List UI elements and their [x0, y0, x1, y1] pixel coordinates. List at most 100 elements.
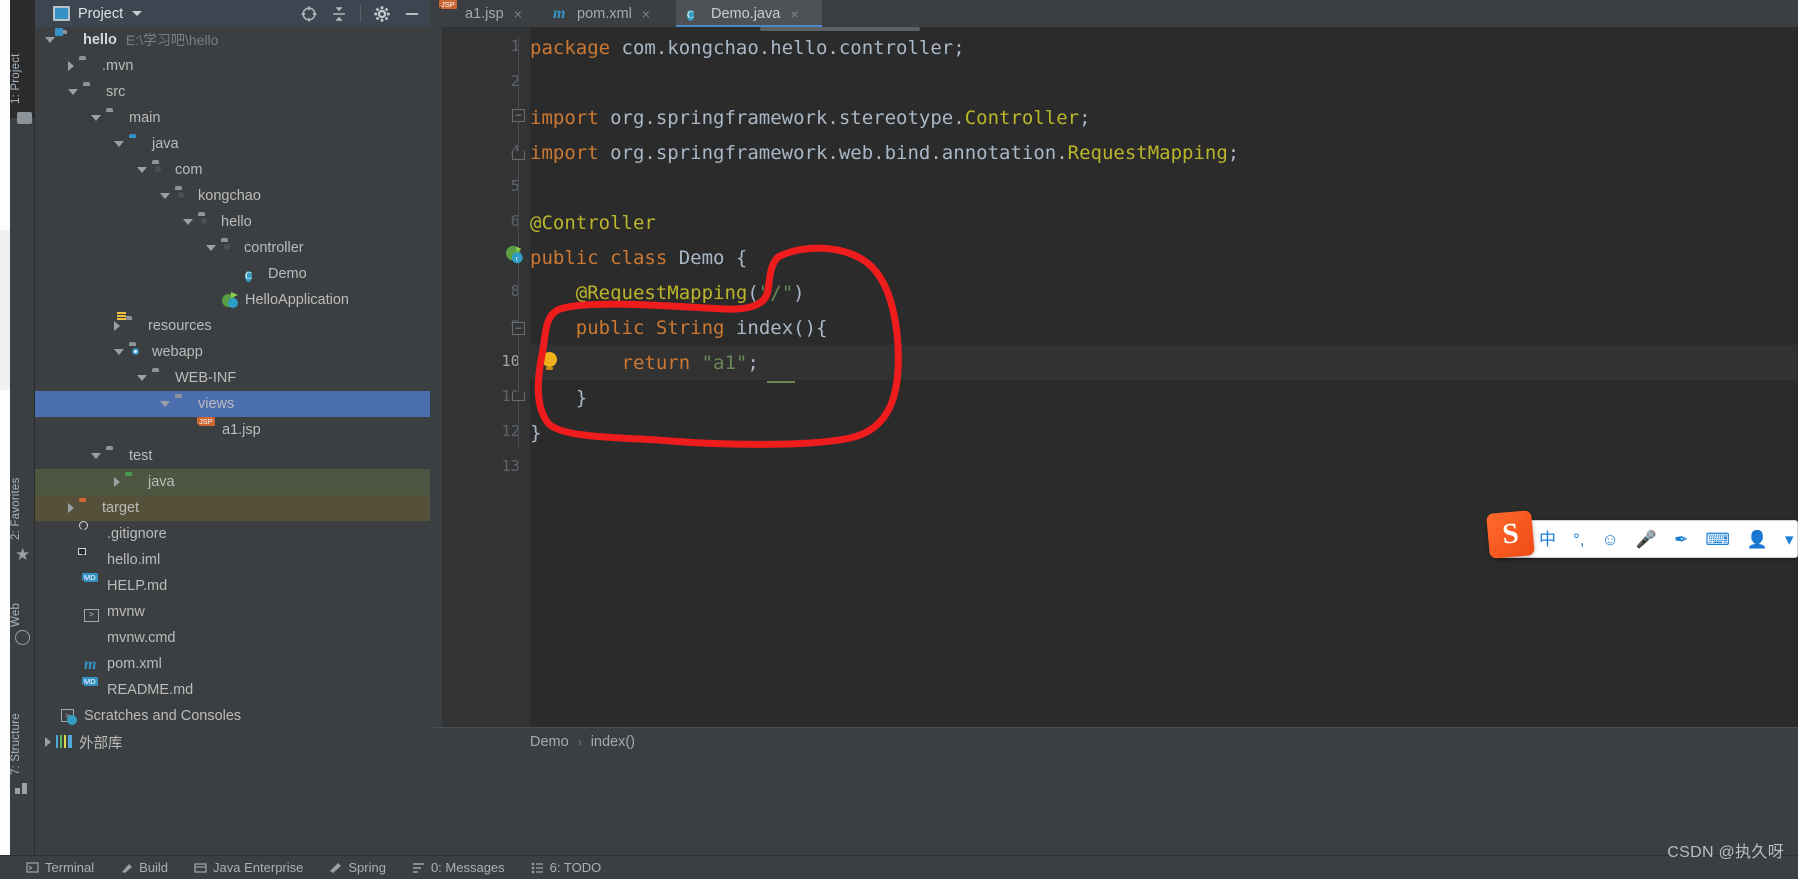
minimize-icon[interactable] — [403, 5, 421, 23]
breadcrumb[interactable]: Demo › index() — [430, 727, 1798, 755]
fold-marker-imports[interactable]: – — [512, 109, 525, 122]
chevron-right-icon[interactable] — [114, 321, 120, 331]
fold-marker-method[interactable]: – — [512, 322, 525, 335]
tree-node----[interactable]: 外部库 — [35, 729, 430, 755]
code-line[interactable]: @RequestMapping("/") — [530, 282, 805, 304]
code-line[interactable]: import org.springframework.stereotype.Co… — [530, 107, 1091, 129]
editor-gutter[interactable]: 12345678910111213 — [430, 27, 530, 727]
code-line[interactable]: public String index(){ — [530, 317, 827, 339]
editor-tab-demo-java[interactable]: CDemo.java× — [676, 0, 822, 27]
chevron-down-icon[interactable] — [183, 219, 193, 225]
sogou-logo-icon[interactable]: S — [1486, 510, 1535, 559]
chevron-right-icon[interactable] — [45, 737, 51, 747]
code-editor[interactable]: 12345678910111213 – – c package com.kong… — [430, 27, 1798, 727]
code-line[interactable]: package com.kongchao.hello.controller; — [530, 37, 965, 59]
code-line[interactable]: return "a1"; — [530, 352, 759, 374]
chevron-down-icon[interactable] — [137, 167, 147, 173]
tree-node-resources[interactable]: resources — [35, 313, 430, 339]
bottom-bar-item-6--todo[interactable]: 6: TODO — [531, 860, 602, 875]
tree-node-scratches-and-consoles[interactable]: >Scratches and Consoles — [35, 703, 430, 729]
project-tree[interactable]: helloE:\学习吧\hello.mvnsrcmainjavacomkongc… — [35, 27, 430, 855]
user-account-icon[interactable]: 👤 — [1747, 531, 1768, 548]
tree-node-hello[interactable]: hello — [35, 209, 430, 235]
bottom-bar-item-terminal[interactable]: Terminal — [26, 860, 94, 875]
tree-node-mvnw-cmd[interactable]: mvnw.cmd — [35, 625, 430, 651]
voice-input-icon[interactable]: 🎤 — [1636, 531, 1657, 548]
tree-node-src[interactable]: src — [35, 79, 430, 105]
chevron-down-icon[interactable] — [137, 375, 147, 381]
fold-marker-imports-end[interactable] — [512, 151, 525, 160]
tree-node-a1-jsp[interactable]: JSPa1.jsp — [35, 417, 430, 443]
code-line[interactable]: @Controller — [530, 212, 656, 234]
bottom-bar-item-0--messages[interactable]: 0: Messages — [412, 860, 505, 875]
tree-node-test[interactable]: test — [35, 443, 430, 469]
chevron-down-icon[interactable] — [91, 115, 101, 121]
tree-indent-spacer — [68, 690, 79, 691]
tree-node--gitignore[interactable]: .gitignore — [35, 521, 430, 547]
code-line[interactable]: } — [530, 422, 541, 444]
sogou-ime-toolbar[interactable]: 中 °, ☺ 🎤 ✒ ⌨ 👤 ▾ — [1494, 520, 1798, 558]
chevron-down-icon[interactable] — [132, 11, 142, 16]
bottom-bar-item-label: Java Enterprise — [213, 860, 303, 875]
chevron-down-icon[interactable] — [91, 453, 101, 459]
tree-node-main[interactable]: main — [35, 105, 430, 131]
tree-node-java[interactable]: java — [35, 469, 430, 495]
tree-node-demo[interactable]: CDemo — [35, 261, 430, 287]
chevron-down-icon[interactable] — [160, 193, 170, 199]
breadcrumb-item-method[interactable]: index() — [591, 734, 635, 750]
rail-tab-structure[interactable]: 7: Structure — [10, 665, 35, 775]
chevron-right-icon[interactable] — [68, 503, 74, 513]
chevron-down-icon[interactable] — [160, 401, 170, 407]
rail-tab-favorites[interactable]: 2: Favorites — [10, 430, 35, 540]
tree-node-java[interactable]: java — [35, 131, 430, 157]
code-line[interactable]: } — [530, 387, 587, 409]
tree-node-webapp[interactable]: webapp — [35, 339, 430, 365]
tree-node-controller[interactable]: controller — [35, 235, 430, 261]
spring-bean-gutter-icon[interactable]: c — [505, 245, 525, 265]
collapse-all-icon[interactable] — [330, 5, 348, 23]
language-mode-icon[interactable]: 中 — [1539, 531, 1556, 548]
chevron-right-icon[interactable] — [68, 61, 74, 71]
close-icon[interactable]: × — [642, 6, 650, 22]
chevron-down-icon[interactable] — [45, 37, 55, 43]
tree-node-web-inf[interactable]: WEB-INF — [35, 365, 430, 391]
editor-code-text[interactable]: package com.kongchao.hello.controller; im… — [530, 27, 1798, 727]
rail-tab-web[interactable]: Web — [10, 575, 35, 627]
tree-node-target[interactable]: target — [35, 495, 430, 521]
chevron-down-icon[interactable] — [114, 141, 124, 147]
chevron-right-icon[interactable] — [114, 477, 120, 487]
chevron-down-icon[interactable] — [68, 89, 78, 95]
chevron-down-icon[interactable] — [114, 349, 124, 355]
handwriting-icon[interactable]: ✒ — [1674, 531, 1688, 548]
bottom-bar-item-spring[interactable]: Spring — [329, 860, 386, 875]
close-icon[interactable]: × — [514, 6, 522, 22]
fold-marker-method-end[interactable] — [512, 392, 525, 401]
tree-node-help-md[interactable]: MDHELP.md — [35, 573, 430, 599]
rail-tab-project[interactable]: 1: Project — [10, 8, 35, 104]
code-line[interactable]: import org.springframework.web.bind.anno… — [530, 142, 1239, 164]
chevron-down-icon[interactable] — [206, 245, 216, 251]
tree-node-hello[interactable]: helloE:\学习吧\hello — [35, 27, 430, 53]
close-icon[interactable]: × — [790, 6, 798, 22]
soft-keyboard-icon[interactable]: ⌨ — [1705, 531, 1730, 548]
tree-node-mvnw[interactable]: >mvnw — [35, 599, 430, 625]
tree-node-hello-iml[interactable]: hello.iml — [35, 547, 430, 573]
locate-icon[interactable] — [300, 5, 318, 23]
tree-node-views[interactable]: views — [35, 391, 430, 417]
bottom-bar-item-build[interactable]: Build — [120, 860, 168, 875]
breadcrumb-item-class[interactable]: Demo — [530, 734, 569, 750]
emoji-icon[interactable]: ☺ — [1602, 531, 1619, 548]
tree-node-helloapplication[interactable]: HelloApplication — [35, 287, 430, 313]
tree-node-com[interactable]: com — [35, 157, 430, 183]
settings-gear-icon[interactable] — [373, 5, 391, 23]
punctuation-mode-icon[interactable]: °, — [1573, 531, 1585, 548]
tree-node-kongchao[interactable]: kongchao — [35, 183, 430, 209]
bottom-bar-item-java-enterprise[interactable]: Java Enterprise — [194, 860, 303, 875]
tree-node--mvn[interactable]: .mvn — [35, 53, 430, 79]
tree-node-pom-xml[interactable]: mpom.xml — [35, 651, 430, 677]
menu-icon[interactable]: ▾ — [1785, 531, 1794, 548]
code-line[interactable]: public class Demo { — [530, 247, 747, 269]
editor-tab-a1-jsp[interactable]: JSPa1.jsp× — [430, 0, 542, 27]
tree-node-readme-md[interactable]: MDREADME.md — [35, 677, 430, 703]
editor-tab-pom-xml[interactable]: mpom.xml× — [542, 0, 676, 27]
